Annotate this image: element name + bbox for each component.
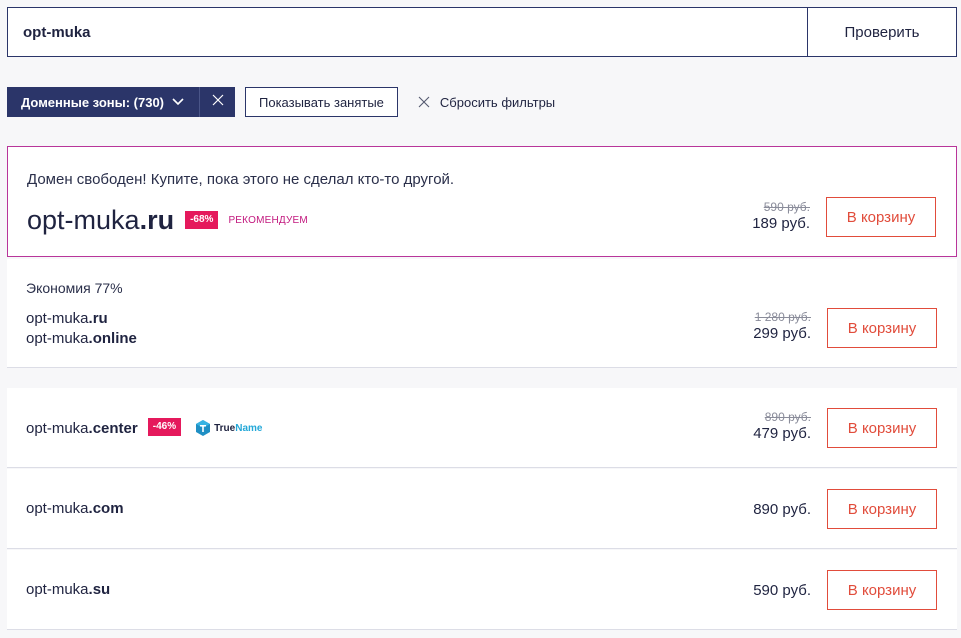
domain-name: opt-muka (26, 310, 89, 327)
add-to-cart-button[interactable]: В корзину (827, 308, 937, 348)
combo-offer-card: Экономия 77% opt-muka.ru opt-muka.online… (7, 259, 957, 368)
domain-row: opt-muka .su 590 руб. В корзину (7, 550, 957, 630)
domain-tld: .com (88, 500, 124, 517)
check-button[interactable]: Проверить (807, 7, 957, 57)
combo-domain: opt-muka.ru (26, 310, 108, 327)
discount-badge: -68% (185, 210, 219, 229)
close-icon (212, 93, 224, 111)
add-to-cart-button[interactable]: В корзину (826, 197, 936, 237)
filter-bar: Доменные зоны: (730) Показывать занятые … (7, 87, 555, 117)
new-price: 590 руб. (753, 582, 811, 599)
domain-tld: .ru (139, 205, 175, 235)
add-to-cart-button[interactable]: В корзину (827, 570, 937, 610)
old-price: 1 280 руб. (754, 310, 811, 324)
price-block: 890 руб. (753, 500, 811, 518)
show-taken-button[interactable]: Показывать занятые (245, 87, 398, 117)
reset-filters-label: Сбросить фильтры (439, 94, 556, 110)
truename-cube-icon (196, 420, 211, 436)
price-block: 1 280 руб. 299 руб. (753, 310, 811, 342)
chevron-down-icon (171, 95, 185, 109)
recommended-domain-card: Домен свободен! Купите, пока этого не сд… (7, 146, 957, 257)
reset-filters-button[interactable]: Сбросить фильтры (418, 95, 555, 110)
domain-name: opt-muka (27, 205, 140, 235)
price-block: 590 руб. 189 руб. (752, 200, 810, 232)
domain-tld: .ru (88, 310, 108, 327)
add-to-cart-button[interactable]: В корзину (827, 489, 937, 529)
savings-label: Экономия 77% (26, 280, 123, 296)
domain-label: opt-muka .com (26, 500, 124, 517)
new-price: 890 руб. (753, 501, 811, 518)
availability-headline: Домен свободен! Купите, пока этого не сд… (27, 171, 455, 188)
new-price: 189 руб. (752, 215, 810, 232)
combo-domain: opt-muka.online (26, 330, 137, 347)
search-bar: Проверить (7, 7, 957, 57)
domain-row: opt-muka .center -46% True Name 890 руб. 4… (7, 388, 957, 468)
truename-text-b: Name (235, 422, 263, 434)
old-price: 890 руб. (764, 410, 811, 424)
domain-tld: .center (88, 419, 138, 437)
domain-name: opt-muka (26, 419, 89, 437)
domain-row: opt-muka .com 890 руб. В корзину (7, 469, 957, 549)
domain-zones-dropdown[interactable]: Доменные зоны: (730) (7, 87, 199, 117)
domain-label: opt-muka .center -46% True Name (26, 418, 262, 437)
add-to-cart-button[interactable]: В корзину (827, 408, 937, 448)
recommended-label: РЕКОМЕНДУЕМ (228, 215, 308, 226)
price-block: 590 руб. (753, 581, 811, 599)
truename-logo: True Name (196, 420, 262, 436)
domain-name: opt-muka (26, 581, 89, 598)
domain-zones-label: Доменные зоны: (730) (21, 94, 165, 110)
clear-zones-button[interactable] (199, 87, 235, 117)
truename-text-a: True (214, 422, 236, 434)
domain-search-page: Проверить Доменные зоны: (730) Показыват… (0, 0, 961, 638)
new-price: 479 руб. (753, 425, 811, 442)
domain-label: opt-muka .su (26, 581, 110, 598)
domain-tld: .su (88, 581, 111, 598)
price-block: 890 руб. 479 руб. (753, 410, 811, 442)
recommended-domain: opt-muka .ru -68% РЕКОМЕНДУЕМ (27, 205, 308, 236)
domain-tld: .online (88, 330, 137, 347)
search-input[interactable] (7, 7, 807, 57)
new-price: 299 руб. (753, 325, 811, 342)
old-price: 590 руб. (763, 200, 810, 214)
domain-name: opt-muka (26, 500, 89, 517)
domain-name: opt-muka (26, 330, 89, 347)
close-icon (418, 96, 430, 108)
discount-badge: -46% (147, 418, 182, 436)
